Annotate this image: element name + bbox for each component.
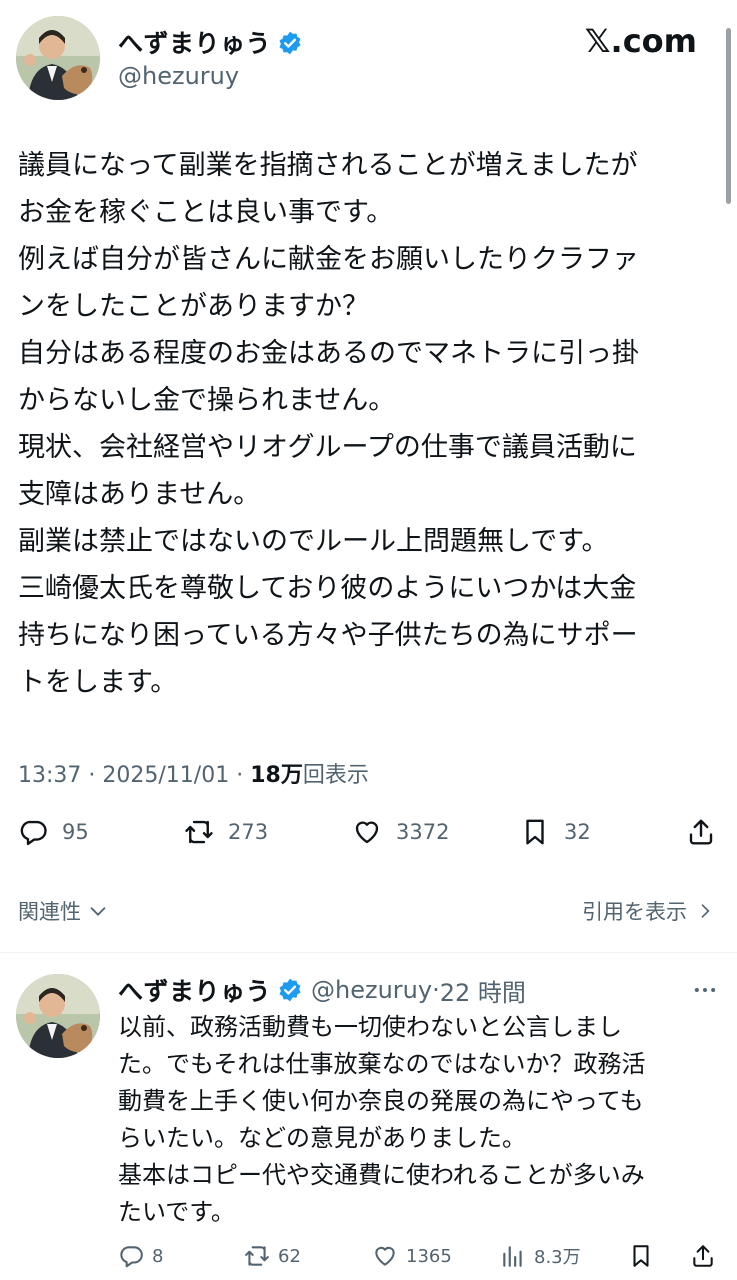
tweet-body: 議員になって副業を指摘されることが増えましたが お金を稼ぐことは良い事です。 例…: [18, 150, 639, 698]
retweet-icon: [185, 820, 213, 844]
views-icon: [503, 1246, 522, 1267]
reply-like-button[interactable]: 1365: [372, 1243, 452, 1269]
meta-separator: ·: [236, 763, 244, 788]
like-button[interactable]: 3372: [352, 817, 449, 847]
like-icon: [355, 821, 379, 844]
reply-author-name[interactable]: へずまりゅう: [118, 972, 271, 1008]
reply-share-button[interactable]: [690, 1243, 716, 1269]
author-name[interactable]: へずまりゅう: [118, 24, 303, 60]
scrollbar[interactable]: [726, 28, 731, 204]
meta-separator: ·: [432, 976, 440, 1004]
like-count: 3372: [396, 820, 450, 844]
tweet-time[interactable]: 13:37: [18, 763, 81, 788]
x-brand-logo: 𝕏.com: [584, 22, 697, 60]
section-divider: [0, 952, 737, 953]
reply-like-count: 1365: [406, 1245, 452, 1267]
reply-author-handle[interactable]: @hezuruy: [311, 976, 432, 1004]
retweet-count: 273: [228, 820, 269, 844]
bookmark-icon: [526, 819, 544, 845]
views-label: 回表示: [302, 763, 369, 788]
retweet-button[interactable]: 273: [184, 817, 268, 847]
reply-author-avatar[interactable]: [16, 974, 100, 1058]
author-name-text[interactable]: へずまりゅう: [118, 29, 271, 58]
verified-badge-icon: [279, 978, 301, 1002]
quotes-label: 引用を表示: [582, 900, 687, 924]
reply-reply-count: 8: [152, 1245, 164, 1267]
reply-reply-button[interactable]: 8: [118, 1243, 163, 1269]
view-quotes-link[interactable]: 引用を表示: [582, 896, 715, 926]
share-icon: [689, 819, 713, 845]
reply-count: 95: [62, 820, 89, 844]
chevron-right-icon: [701, 904, 710, 918]
bookmark-count: 32: [564, 820, 591, 844]
reply-time-ago[interactable]: 22 時間: [440, 973, 526, 1008]
meta-separator: ·: [88, 763, 96, 788]
reply-icon: [120, 1246, 143, 1268]
reply-header: へずまりゅう @hezuruy · 22 時間: [118, 972, 526, 1008]
reply-retweet-count: 62: [278, 1245, 301, 1267]
more-icon: [694, 988, 716, 992]
views-count: 18万: [250, 763, 303, 788]
related-sort-button[interactable]: 関連性: [18, 896, 109, 926]
tweet-meta: 13:37 · 2025/11/01 · 18万回表示: [18, 757, 369, 789]
retweet-icon: [245, 1246, 269, 1266]
share-button[interactable]: [686, 817, 716, 847]
verified-badge-icon: [279, 31, 301, 55]
reply-bookmark-button[interactable]: [628, 1243, 654, 1269]
related-label: 関連性: [18, 900, 81, 924]
bookmark-button[interactable]: 32: [520, 817, 591, 847]
author-avatar[interactable]: [16, 16, 100, 100]
reply-views-count: 8.3万: [534, 1247, 581, 1268]
share-icon: [693, 1245, 713, 1267]
like-icon: [375, 1246, 395, 1266]
avatar-image: [16, 974, 100, 1058]
reply-views-button[interactable]: 8.3万: [500, 1243, 581, 1269]
tweet-date[interactable]: 2025/11/01: [102, 763, 229, 788]
reply-button[interactable]: 95: [18, 817, 89, 847]
author-handle[interactable]: @hezuruy: [118, 62, 239, 90]
reply-retweet-button[interactable]: 62: [244, 1243, 301, 1269]
bookmark-icon: [633, 1245, 649, 1267]
avatar-image: [16, 16, 100, 100]
chevron-down-icon: [90, 907, 106, 916]
reply-icon: [20, 820, 47, 846]
reply-body: 以前、政務活動費も一切使わないと公言しまし た。でもそれは仕事放棄なのではないか…: [118, 1013, 646, 1226]
more-button[interactable]: [691, 976, 719, 1008]
